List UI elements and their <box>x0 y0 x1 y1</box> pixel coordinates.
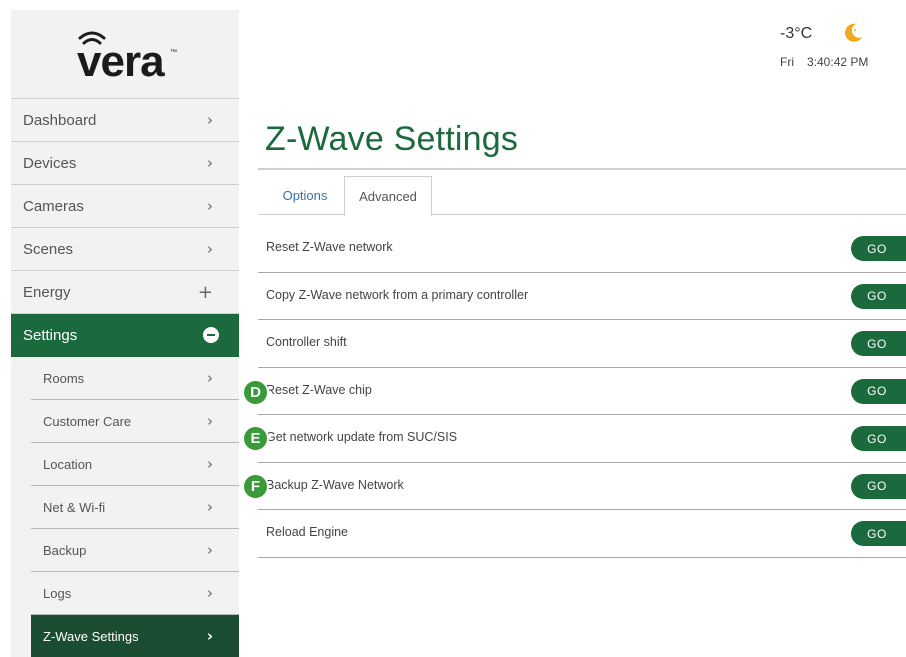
setting-row-backup-network: Backup Z-Wave Network GO <box>258 463 906 510</box>
minus-icon <box>203 327 219 343</box>
chevron-right-icon: › <box>206 627 213 645</box>
sidebar-subitem-label: Logs <box>43 585 72 601</box>
sidebar-subitem-rooms[interactable]: Rooms › <box>31 357 239 400</box>
sidebar-subitem-label: Backup <box>43 542 87 558</box>
setting-label: Copy Z-Wave network from a primary contr… <box>266 287 529 302</box>
title-divider <box>258 168 906 170</box>
setting-label: Reset Z-Wave network <box>266 240 393 254</box>
sidebar-subitem-customer-care[interactable]: Customer Care › <box>31 400 239 443</box>
sidebar-item-energy[interactable]: Energy + <box>11 271 239 314</box>
go-button[interactable]: GO <box>851 331 906 356</box>
tab-advanced[interactable]: Advanced <box>344 176 432 216</box>
vera-logo[interactable]: vera ™ <box>11 10 239 98</box>
sidebar-item-scenes[interactable]: Scenes › <box>11 228 239 271</box>
go-button[interactable]: GO <box>851 378 906 404</box>
chevron-right-icon: › <box>207 412 213 430</box>
sidebar-subitem-logs[interactable]: Logs › <box>31 572 239 615</box>
sidebar-subitem-zwave-settings[interactable]: Z-Wave Settings › <box>31 615 239 657</box>
sidebar-subitem-label: Customer Care <box>43 413 132 429</box>
sidebar-item-label: Energy <box>23 283 71 301</box>
plus-icon: + <box>197 281 213 303</box>
chevron-right-icon: › <box>207 584 213 602</box>
chevron-right-icon: › <box>207 154 213 172</box>
callout-marker-f: F <box>242 473 269 500</box>
setting-row-controller-shift: Controller shift GO <box>258 320 906 368</box>
tab-bar: Options Advanced <box>258 176 906 216</box>
sidebar: vera ™ Dashboard › Devices › Cameras › S… <box>11 10 239 657</box>
callout-marker-e: E <box>242 425 269 452</box>
time-label: 3:40:42 PM <box>807 55 869 69</box>
setting-label: Reload Engine <box>266 525 349 539</box>
sidebar-item-devices[interactable]: Devices › <box>11 142 239 185</box>
sidebar-subitem-location[interactable]: Location › <box>31 443 239 486</box>
sidebar-subitem-label: Location <box>43 456 93 472</box>
main-nav: Dashboard › Devices › Cameras › Scenes ›… <box>11 98 239 657</box>
sidebar-item-label: Devices <box>23 154 77 172</box>
chevron-right-icon: › <box>207 197 213 215</box>
go-button[interactable]: GO <box>851 521 906 546</box>
setting-label: Controller shift <box>266 335 347 349</box>
sidebar-item-label: Cameras <box>23 197 84 215</box>
setting-row-reload-engine: Reload Engine GO <box>258 510 906 558</box>
sidebar-item-dashboard[interactable]: Dashboard › <box>11 99 239 142</box>
svg-text:™: ™ <box>170 49 177 56</box>
setting-row-reset-zwave-network: Reset Z-Wave network GO <box>258 225 906 273</box>
chevron-right-icon: › <box>207 240 213 258</box>
go-button[interactable]: GO <box>851 283 906 309</box>
sidebar-subitem-net-wifi[interactable]: Net & Wi-fi › <box>31 486 239 529</box>
day-label: Fri <box>780 55 794 69</box>
sidebar-subitem-label: Z-Wave Settings <box>43 628 139 644</box>
setting-label: Reset Z-Wave chip <box>266 382 372 397</box>
sidebar-item-label: Scenes <box>23 240 74 258</box>
callout-marker-d: D <box>242 379 269 406</box>
advanced-settings-list: Reset Z-Wave network GO Copy Z-Wave netw… <box>258 225 906 558</box>
setting-label: Backup Z-Wave Network <box>266 477 404 492</box>
temperature: -3°C <box>780 25 813 42</box>
sidebar-item-cameras[interactable]: Cameras › <box>11 185 239 228</box>
chevron-right-icon: › <box>207 541 213 559</box>
setting-row-network-update: Get network update from SUC/SIS GO <box>258 415 906 463</box>
sidebar-subitem-label: Rooms <box>43 370 85 386</box>
sidebar-item-label: Dashboard <box>23 111 97 129</box>
chevron-right-icon: › <box>207 111 213 129</box>
sidebar-item-label: Settings <box>23 326 78 344</box>
go-button[interactable]: GO <box>851 473 906 499</box>
setting-row-copy-network: Copy Z-Wave network from a primary contr… <box>258 273 906 320</box>
go-button[interactable]: GO <box>851 236 906 261</box>
setting-label: Get network update from SUC/SIS <box>266 430 458 444</box>
sidebar-subitem-backup[interactable]: Backup › <box>31 529 239 572</box>
sidebar-item-settings[interactable]: Settings <box>11 314 239 357</box>
go-button[interactable]: GO <box>851 426 906 451</box>
moon-icon <box>842 22 864 49</box>
sidebar-subitem-label: Net & Wi-fi <box>43 499 106 515</box>
chevron-right-icon: › <box>207 498 213 516</box>
setting-row-reset-chip: Reset Z-Wave chip GO <box>258 368 906 415</box>
tab-options[interactable]: Options <box>266 176 344 215</box>
chevron-right-icon: › <box>207 455 213 473</box>
chevron-right-icon: › <box>207 369 213 387</box>
clock: Fri 3:40:42 PM <box>780 55 868 69</box>
page-title: Z-Wave Settings <box>265 120 519 158</box>
svg-text:vera: vera <box>77 37 165 84</box>
